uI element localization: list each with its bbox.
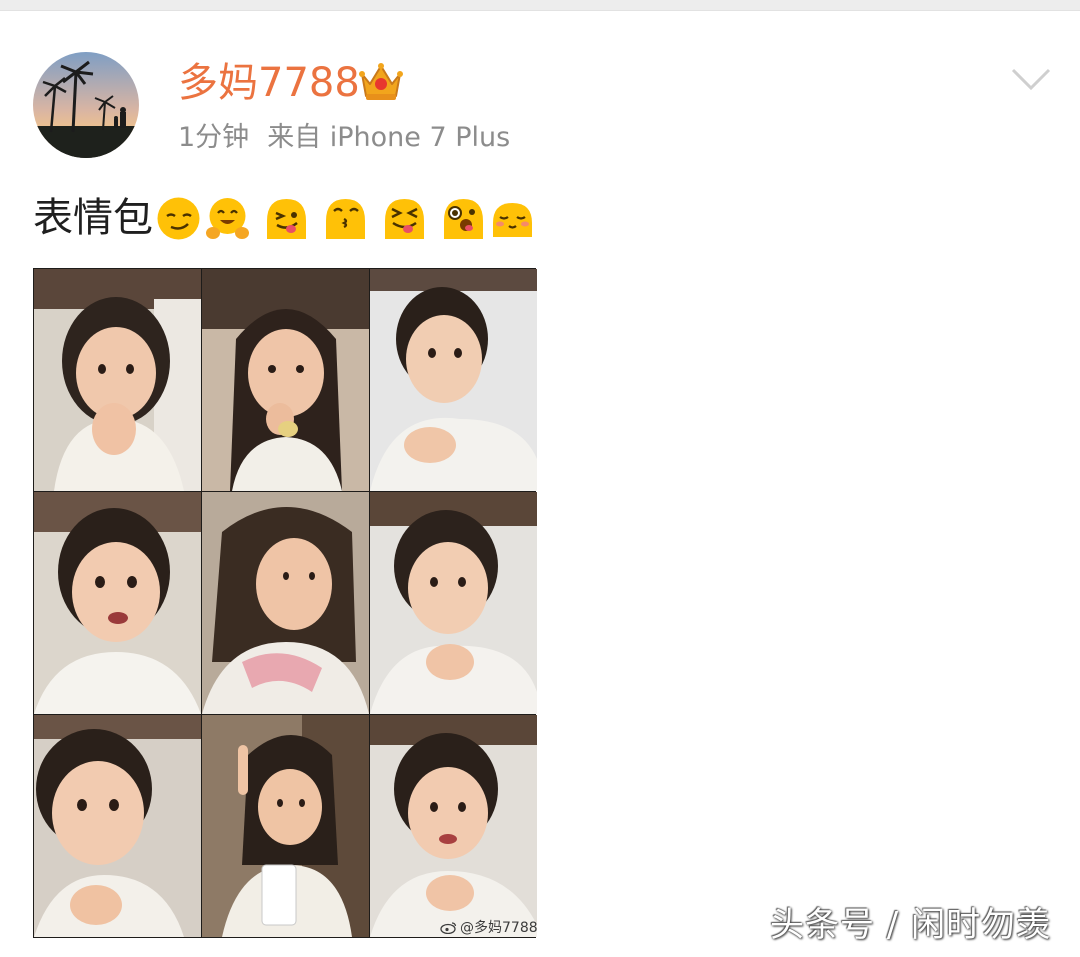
post-time: 1分钟 <box>178 122 250 153</box>
photo-cell <box>370 269 537 491</box>
photo-cell <box>370 715 537 937</box>
post-text-content: 表情包 <box>33 195 153 241</box>
site-watermark: 头条号 / 闲时勿羡 <box>770 905 1052 945</box>
photo-cell <box>202 715 369 937</box>
photo-cell <box>34 492 201 714</box>
vip-crown-icon <box>358 60 404 104</box>
weibo-logo-icon <box>440 921 457 934</box>
shy-emoji-icon <box>493 202 532 237</box>
photo-watermark: @多妈7788 <box>440 917 538 937</box>
surprised-tongue-emoji-icon <box>444 198 483 239</box>
post-meta: 1分钟 来自 iPhone 7 Plus <box>178 120 510 156</box>
squint-tongue-emoji-icon <box>385 198 424 239</box>
smirk-emoji-icon <box>157 197 200 239</box>
photo-collage[interactable] <box>33 268 537 938</box>
photo-cell <box>370 492 537 714</box>
tongue-wink-emoji-icon <box>267 198 306 239</box>
photo-cell <box>202 269 369 491</box>
username[interactable]: 多妈7788 <box>178 58 360 108</box>
avatar[interactable] <box>33 52 139 158</box>
post-source: 来自 iPhone 7 Plus <box>267 122 511 153</box>
hug-emoji-icon <box>206 197 249 239</box>
top-strip <box>0 0 1080 11</box>
photo-cell <box>202 492 369 714</box>
kiss-emoji-icon <box>326 198 365 239</box>
chevron-down-icon[interactable] <box>1010 64 1052 94</box>
photo-cell <box>34 715 201 937</box>
photo-cell <box>34 269 201 491</box>
photo-watermark-text: @多妈7788 <box>460 920 538 936</box>
post-text: 表情包 <box>33 192 536 244</box>
